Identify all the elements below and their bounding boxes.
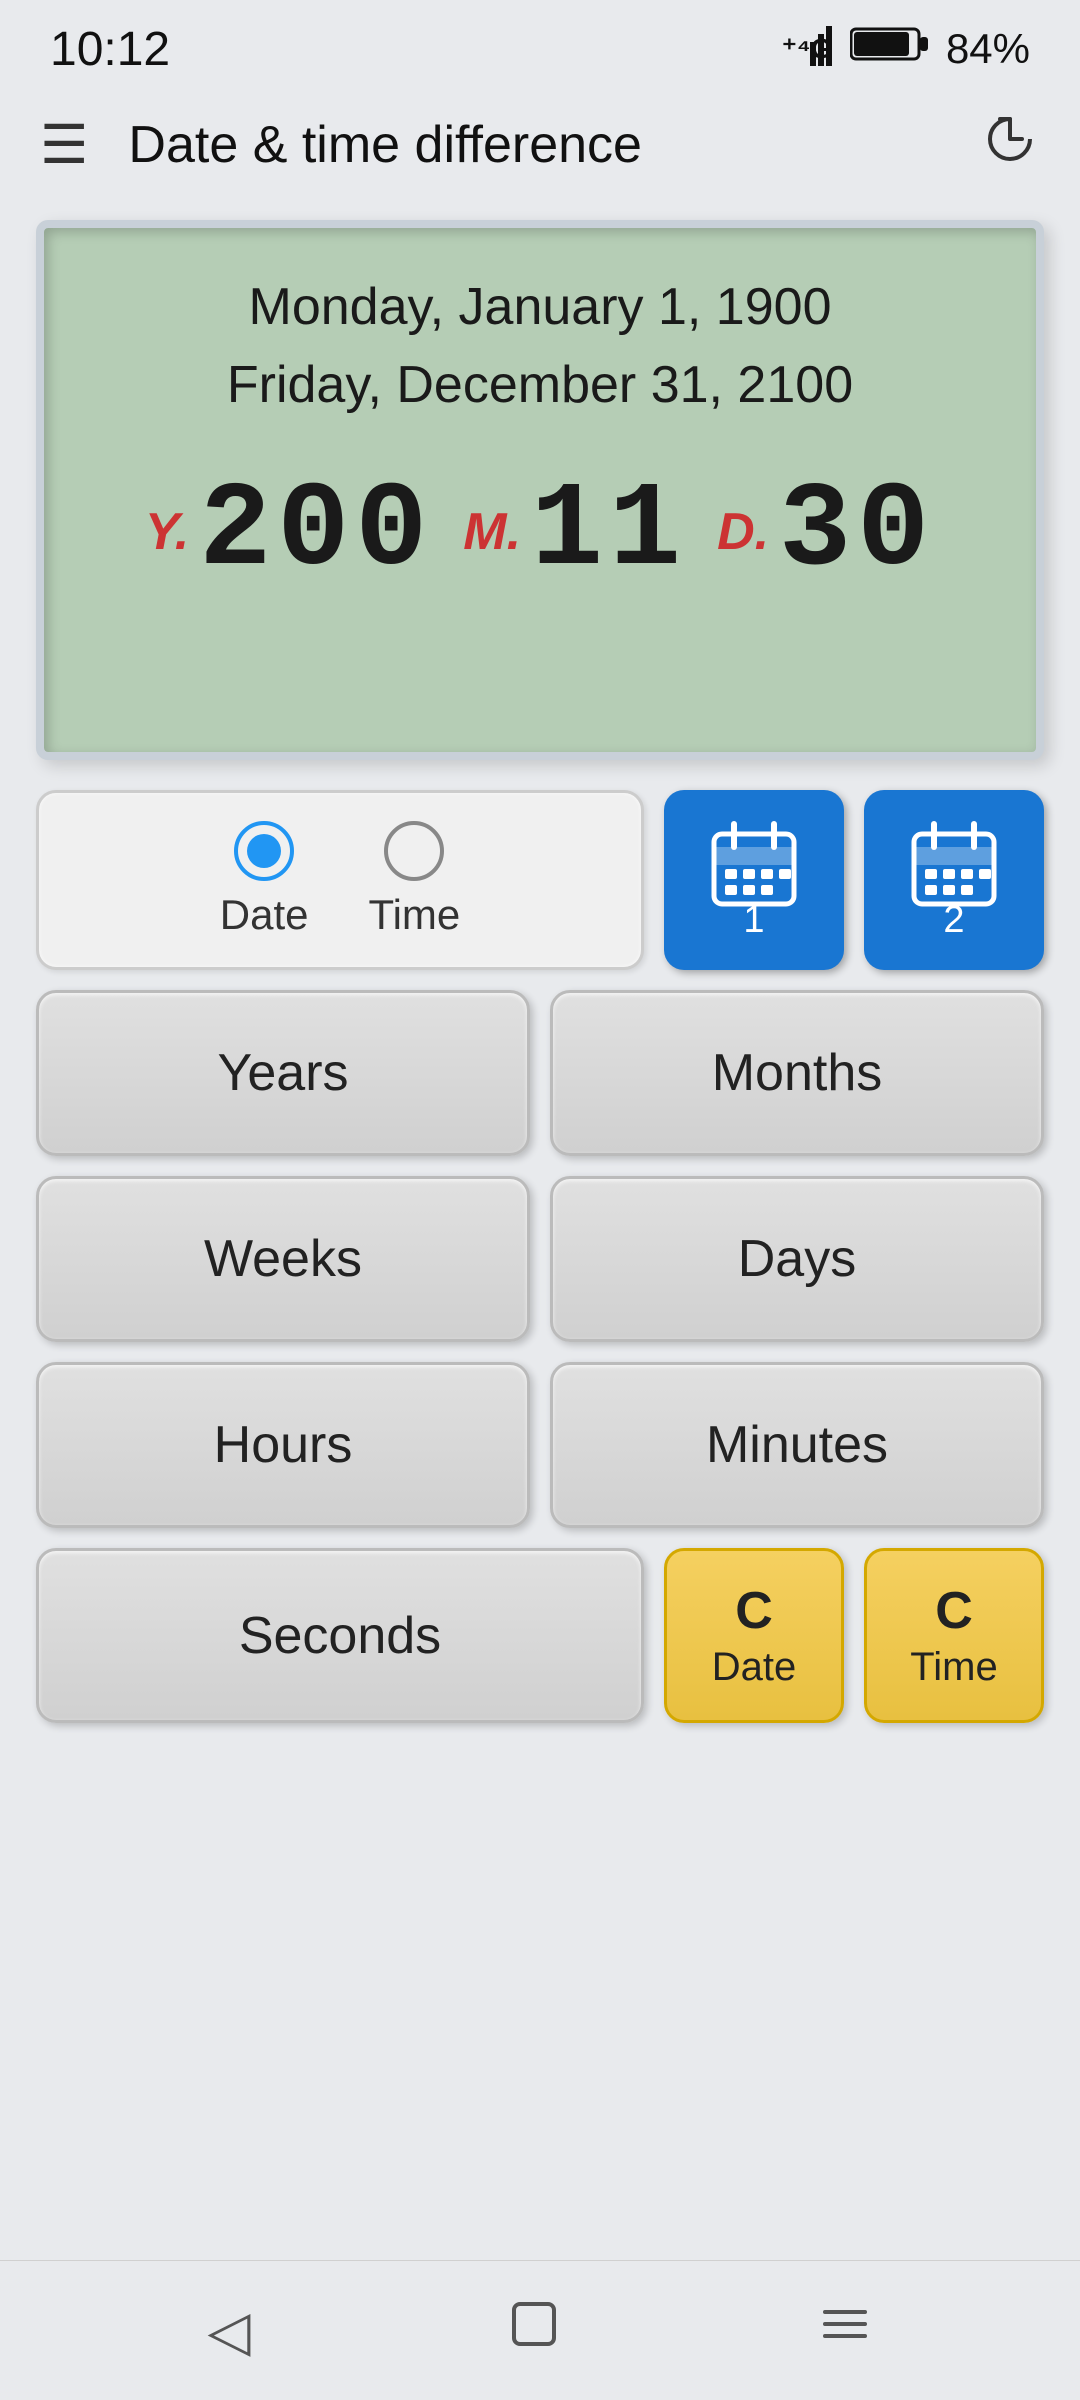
calendar2-number: 2 (943, 899, 964, 942)
clear-date-label: Date (712, 1645, 797, 1690)
date-time-selector[interactable]: Date Time (36, 790, 644, 970)
date-radio-label: Date (220, 891, 309, 939)
date1-display: Monday, January 1, 1900 (94, 268, 986, 346)
bottom-row: Seconds C Date C Time (36, 1548, 1044, 1723)
years-months-row: Years Months (36, 990, 1044, 1156)
display-result: Y. 200 M. 11 D. 30 (94, 464, 986, 600)
clear-date-c: C (735, 1581, 773, 1641)
date-radio-circle[interactable] (234, 821, 294, 881)
clear-time-button[interactable]: C Time (864, 1548, 1044, 1723)
hours-minutes-row: Hours Minutes (36, 1362, 1044, 1528)
weeks-button[interactable]: Weeks (36, 1176, 530, 1342)
status-icons: ⁺⁴G 84% (782, 22, 1030, 76)
seconds-button[interactable]: Seconds (36, 1548, 644, 1723)
navigation-bar: ◁ (0, 2260, 1080, 2400)
date2-display: Friday, December 31, 2100 (94, 346, 986, 424)
display-dates: Monday, January 1, 1900 Friday, December… (94, 268, 986, 424)
page-title: Date & time difference (128, 115, 980, 175)
calendar2-button[interactable]: 2 (864, 790, 1044, 970)
year-value: 200 (199, 464, 433, 600)
battery-percent: 84% (946, 25, 1030, 73)
clear-time-label: Time (910, 1645, 997, 1690)
home-button[interactable] (506, 2296, 562, 2365)
year-label: Y. (145, 502, 189, 562)
signal-icon: ⁺⁴G (782, 22, 834, 76)
month-value: 11 (531, 464, 687, 600)
weeks-days-row: Weeks Days (36, 1176, 1044, 1342)
buttons-area: Date Time 1 (36, 790, 1044, 1723)
years-button[interactable]: Years (36, 990, 530, 1156)
back-button[interactable]: ◁ (207, 2298, 250, 2364)
header: ☰ Date & time difference (0, 90, 1080, 200)
history-icon[interactable] (980, 109, 1040, 182)
day-value: 30 (779, 464, 935, 600)
months-button[interactable]: Months (550, 990, 1044, 1156)
hours-button[interactable]: Hours (36, 1362, 530, 1528)
time-radio-label: Time (368, 891, 460, 939)
clear-time-c: C (935, 1581, 973, 1641)
status-time: 10:12 (50, 22, 170, 77)
calendar1-number: 1 (743, 899, 764, 942)
days-button[interactable]: Days (550, 1176, 1044, 1342)
day-label: D. (717, 502, 769, 562)
battery-icon (850, 24, 930, 74)
month-label: M. (463, 502, 521, 562)
date-radio-option[interactable]: Date (220, 821, 309, 939)
display-screen: Monday, January 1, 1900 Friday, December… (36, 220, 1044, 760)
menu-icon[interactable]: ☰ (40, 118, 88, 172)
clear-date-button[interactable]: C Date (664, 1548, 844, 1723)
time-radio-circle[interactable] (384, 821, 444, 881)
status-bar: 10:12 ⁺⁴G 84% (0, 0, 1080, 90)
time-radio-option[interactable]: Time (368, 821, 460, 939)
calendar1-button[interactable]: 1 (664, 790, 844, 970)
recents-button[interactable] (817, 2296, 873, 2365)
top-row: Date Time 1 (36, 790, 1044, 970)
minutes-button[interactable]: Minutes (550, 1362, 1044, 1528)
svg-text:⁺⁴G: ⁺⁴G (782, 33, 832, 64)
